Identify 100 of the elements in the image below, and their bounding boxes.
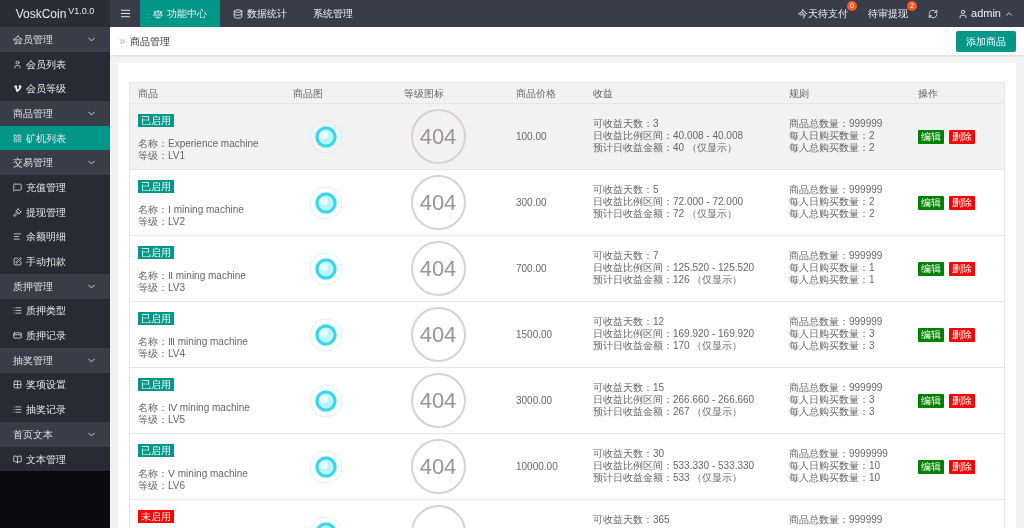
delete-button[interactable]: 删除 — [949, 129, 975, 144]
sidebar-item[interactable]: 会员等级 — [0, 76, 110, 102]
sidebar-group[interactable]: 首页文本 — [0, 422, 110, 447]
income-line: 可收益天数：15 — [593, 382, 666, 394]
income-line: 可收益天数：365 — [593, 514, 671, 526]
delete-button[interactable]: 删除 — [949, 393, 975, 408]
sidebar-item[interactable]: 会员列表 — [0, 51, 110, 77]
sidebar-item[interactable]: 质押类型 — [0, 298, 110, 324]
user-icon — [958, 8, 969, 19]
income-line: 日收益比例区间：266.660 - 266.660 — [593, 394, 756, 406]
rule-line: 每人总购买数量：2 — [789, 208, 876, 220]
income-line: 日收益比例区间：533.330 - 533.330 — [593, 460, 756, 472]
rule-line: 商品总数量：999999 — [789, 184, 884, 196]
level-icon: 404 — [410, 175, 466, 230]
income-line: 可收益天数：5 — [593, 184, 660, 196]
price-cell-text: 3000.00 — [516, 394, 553, 408]
status-badge: 已启用 — [138, 246, 174, 259]
rule-line: 每人日购买数量：2 — [789, 130, 876, 142]
column-header: 商品 — [137, 86, 159, 101]
sidebar-group[interactable]: 会员管理 — [0, 27, 110, 52]
edit-button[interactable]: 编辑 — [918, 261, 944, 276]
level-icon: 404 — [410, 373, 466, 428]
status-badge: 已启用 — [138, 444, 174, 457]
nav-tab[interactable]: 数据统计 — [220, 0, 300, 27]
sidebar-item[interactable]: 余额明细 — [0, 224, 110, 250]
sidebar-item[interactable]: 提现管理 — [0, 199, 110, 225]
delete-button[interactable]: 删除 — [949, 459, 975, 474]
refresh-icon — [928, 8, 939, 19]
income-line: 日收益比例区间：40.008 - 40.008 — [593, 130, 745, 142]
column-header: 规则 — [788, 86, 810, 101]
edit-button[interactable]: 编辑 — [918, 327, 944, 342]
user-menu[interactable]: admin — [948, 0, 1024, 27]
sidebar-item[interactable]: 抽奖记录 — [0, 397, 110, 422]
product-name: 名称：Experience machine — [138, 138, 259, 150]
income-line: 预计日收益金额：126 （仅显示） — [593, 274, 744, 286]
orb-icon — [308, 119, 343, 154]
income-line: 可收益天数：3 — [593, 118, 660, 130]
price-cell-text: 1500.00 — [516, 328, 553, 342]
column-header: 商品图 — [292, 86, 324, 101]
rule-line: 商品总数量：999999 — [789, 250, 884, 262]
sidebar-group[interactable]: 交易管理 — [0, 150, 110, 176]
edit-button[interactable]: 编辑 — [918, 459, 944, 474]
income-line: 可收益天数：7 — [593, 250, 660, 262]
column-header: 商品价格 — [515, 86, 557, 101]
column-header: 操作 — [917, 86, 939, 101]
sidebar-group[interactable]: 质押管理 — [0, 273, 110, 299]
level-icon: 404 — [410, 109, 466, 164]
add-button[interactable]: 添加商品 — [956, 30, 1016, 52]
sidebar-item[interactable]: 充值管理 — [0, 175, 110, 200]
income-line: 可收益天数：30 — [593, 448, 666, 460]
sidebar-item[interactable]: 文本管理 — [0, 446, 110, 472]
income-line: 预计日收益金额：533 （仅显示） — [593, 472, 744, 484]
rule-line: 每人总购买数量：1 — [789, 274, 876, 286]
price-cell-text: 300.00 — [516, 196, 547, 210]
app-logo: VoskCoin — [15, 5, 67, 23]
orb-icon — [308, 317, 343, 352]
edit-button[interactable]: 编辑 — [918, 129, 944, 144]
sidebar-item[interactable]: 手动扣款 — [0, 249, 110, 274]
product-name: 名称：Ⅱ mining machine — [138, 270, 246, 282]
status-badge: 已启用 — [138, 114, 174, 127]
column-header: 等级图标 — [403, 86, 445, 101]
edit-button[interactable]: 编辑 — [918, 195, 944, 210]
sidebar-item[interactable]: 奖项设置 — [0, 372, 110, 398]
rule-line: 每人日购买数量：3 — [789, 394, 876, 406]
column-header: 收益 — [592, 86, 614, 101]
rule-line: 每人总购买数量：2 — [789, 142, 876, 154]
breadcrumb-icon — [118, 36, 127, 46]
sidebar-group[interactable]: 抽奖管理 — [0, 347, 110, 373]
delete-button[interactable]: 删除 — [949, 195, 975, 210]
level-icon: 404 — [410, 307, 466, 362]
delete-button[interactable]: 删除 — [949, 327, 975, 342]
income-line: 预计日收益金额：170 （仅显示） — [593, 340, 744, 352]
price-cell-text: 700.00 — [516, 262, 547, 276]
status-badge: 已启用 — [138, 312, 174, 325]
rule-line: 商品总数量：999999 — [789, 118, 884, 130]
edit-button[interactable]: 编辑 — [918, 393, 944, 408]
status-badge: 已启用 — [138, 180, 174, 193]
nav-tab[interactable]: 系统管理 — [300, 0, 366, 27]
breadcrumb[interactable]: 商品管理 — [130, 33, 170, 49]
delete-button[interactable]: 删除 — [949, 261, 975, 276]
income-line: 日收益比例区间：169.920 - 169.920 — [593, 328, 756, 340]
income-line: 可收益天数：12 — [593, 316, 666, 328]
sidebar-item[interactable]: 质押记录 — [0, 323, 110, 348]
income-line: 预计日收益金额：72 （仅显示） — [593, 208, 738, 220]
orb-icon — [308, 449, 343, 484]
rule-line: 每人总购买数量：3 — [789, 406, 876, 418]
rule-line: 每人日购买数量：10 — [789, 460, 882, 472]
level-icon: 404 — [410, 241, 466, 296]
app-version: V1.0.0 — [68, 5, 95, 16]
product-level: 等级：LV2 — [138, 216, 186, 228]
product-level: 等级：LV4 — [138, 348, 186, 360]
status-badge: 未启用 — [138, 510, 174, 523]
scale-icon — [153, 8, 163, 19]
rule-line: 商品总数量：999999 — [789, 514, 884, 526]
rule-line: 每人日购买数量：2 — [789, 196, 876, 208]
rule-line: 每人日购买数量：1 — [789, 262, 876, 274]
rule-line: 每人总购买数量：3 — [789, 340, 876, 352]
status-badge: 已启用 — [138, 378, 174, 391]
sidebar-group[interactable]: 商品管理 — [0, 101, 110, 126]
income-line: 日收益比例区间：125.520 - 125.520 — [593, 262, 756, 274]
